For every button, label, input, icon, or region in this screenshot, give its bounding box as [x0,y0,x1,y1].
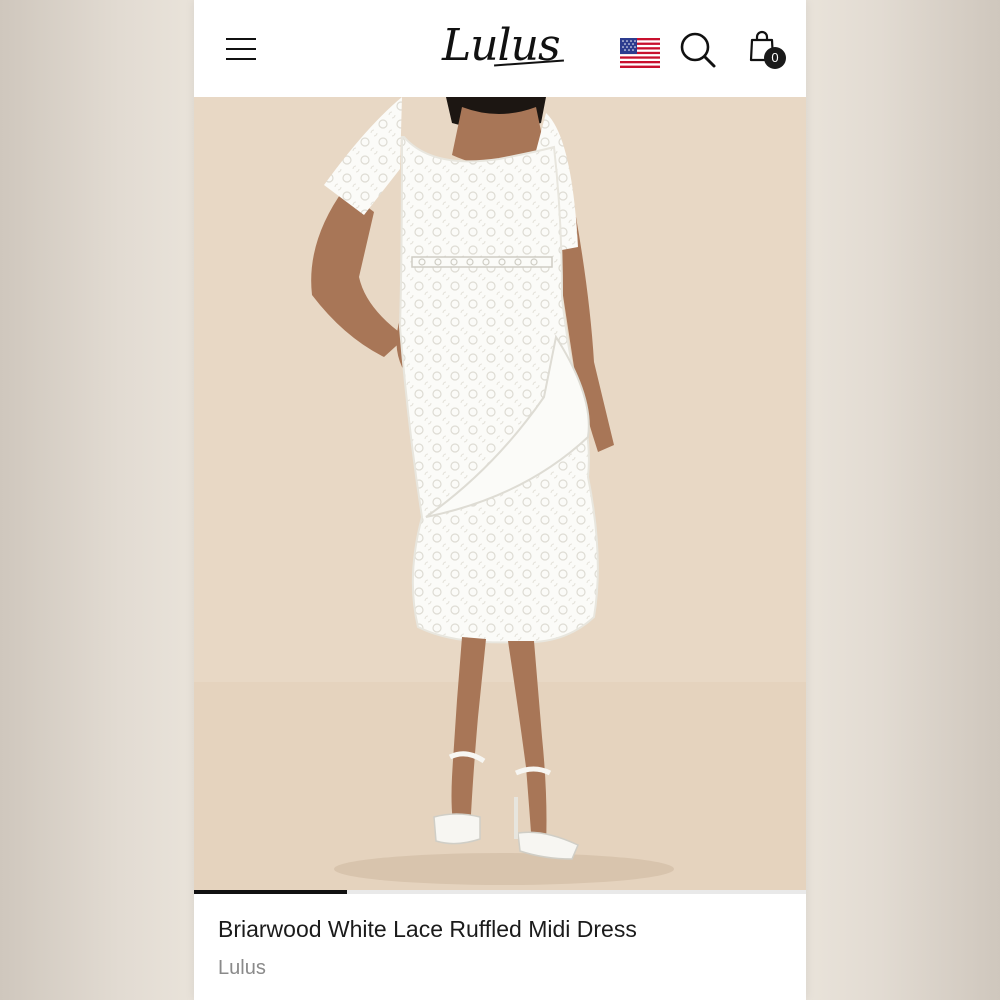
menu-button[interactable] [224,36,258,64]
search-button[interactable] [678,30,718,70]
mobile-page: Lulus 0 Briarwood White Lace Ruffled Mid… [194,0,806,1000]
country-selector-button[interactable] [620,38,660,68]
product-brand[interactable]: Lulus [218,953,518,983]
image-gallery-progress-fill [194,890,347,894]
search-icon [680,32,716,68]
hamburger-menu-icon [226,38,256,40]
product-image[interactable] [194,97,806,890]
site-header: Lulus 0 [194,0,806,98]
product-photo-illustration [194,97,806,890]
us-flag-icon [620,38,660,68]
image-gallery-progress [194,890,806,894]
product-title: Briarwood White Lace Ruffled Midi Dress [218,916,637,942]
cart-count-badge: 0 [764,47,786,69]
